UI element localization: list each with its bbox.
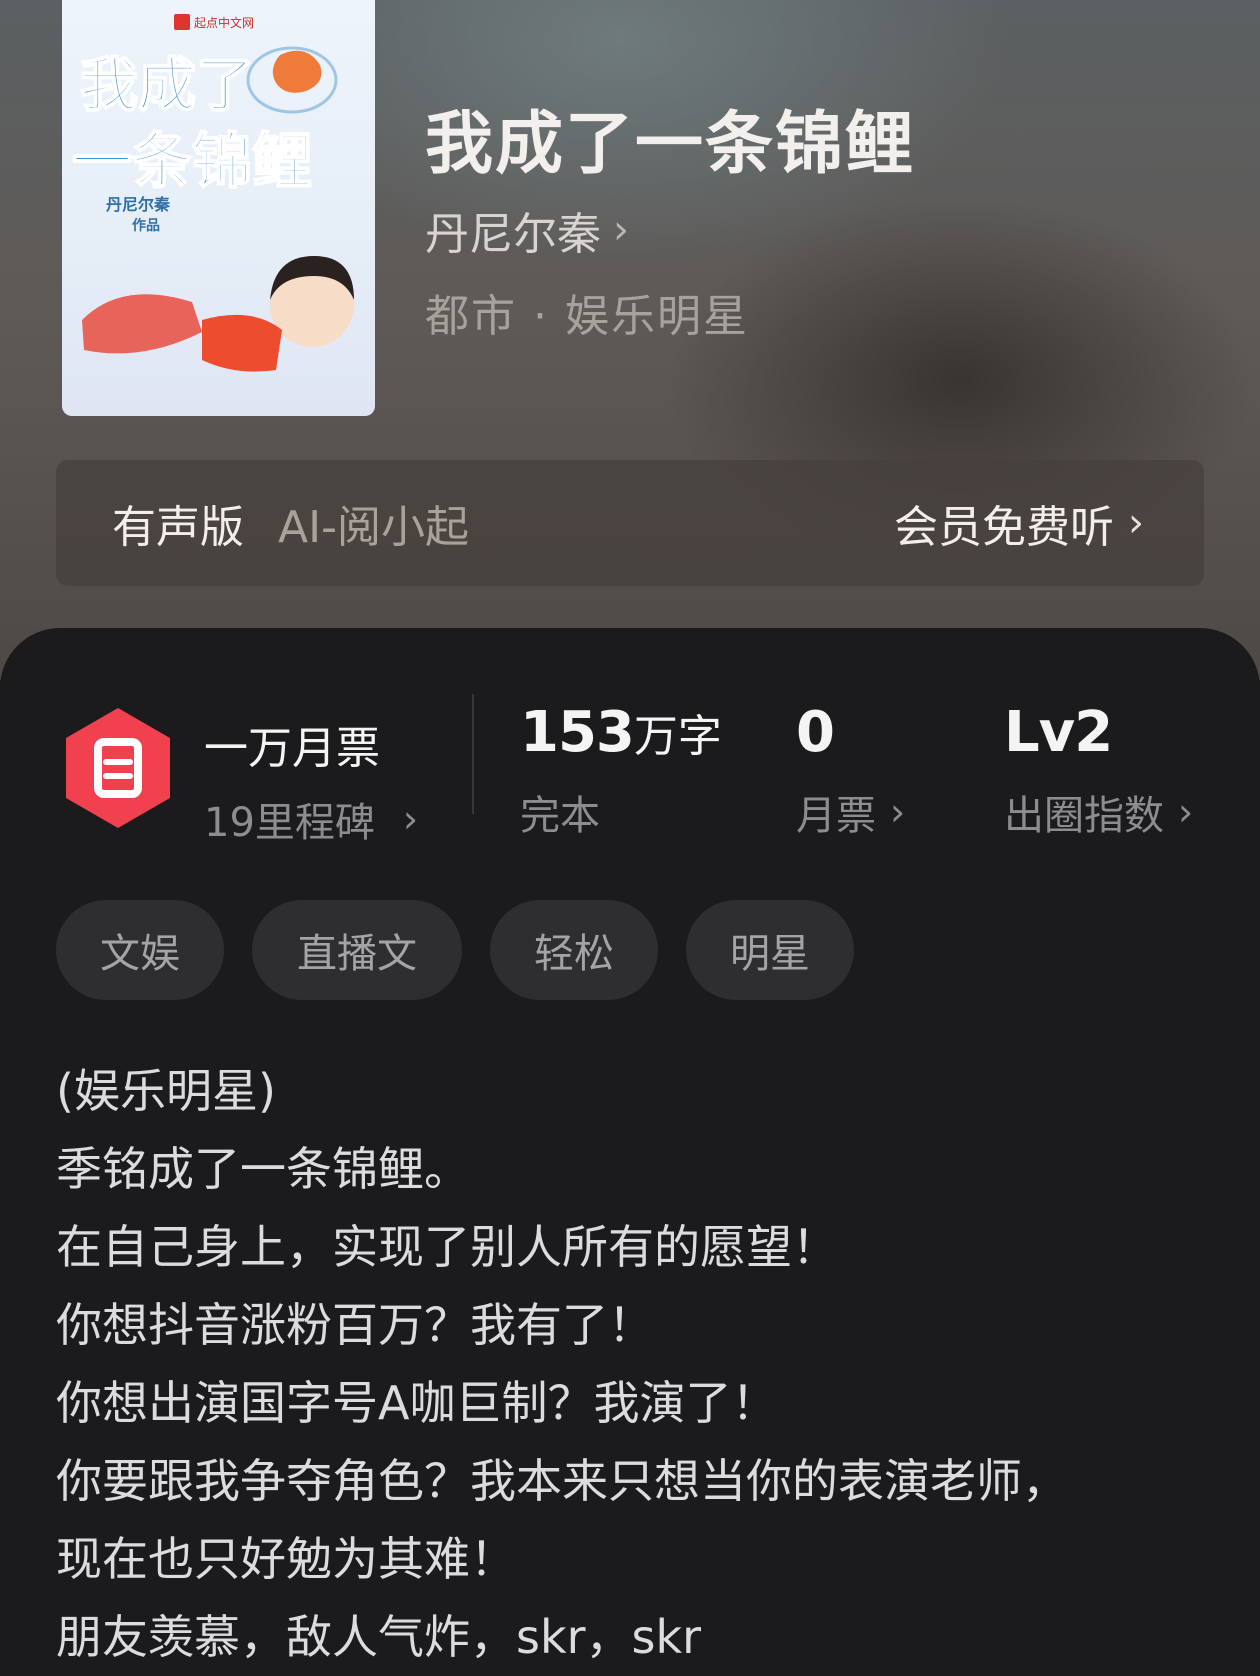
word-count-value: 153 (520, 700, 635, 765)
description-line: 你想抖音涨粉百万？我有了！ (56, 1298, 654, 1352)
chevron-right-icon: › (1128, 500, 1144, 546)
description-line: 你要跟我争夺角色？我本来只想当你的表演老师， (56, 1454, 1068, 1508)
monthly-votes-label: 月票 (796, 793, 876, 839)
word-count-stat: 153万字 完本 (520, 700, 722, 841)
cover-art: 起点中文网 我成了 一条锦鲤 丹尼尔秦 作品 (71, 14, 354, 372)
monthly-votes-stat[interactable]: 0 月票 › (796, 700, 905, 841)
stats-divider (472, 694, 474, 814)
level-value: Lv2 (1004, 700, 1113, 765)
chevron-right-icon: › (890, 790, 906, 834)
cover-title-line1: 我成了 (80, 51, 254, 119)
koi-fish-icon (272, 50, 322, 93)
audio-label: 有声版 (112, 502, 244, 553)
description-line: (娱乐明星) (56, 1064, 276, 1118)
chevron-right-icon: › (613, 207, 629, 253)
ticket-icon[interactable] (62, 706, 174, 830)
popularity-index-stat[interactable]: Lv2 出圈指数 › (1004, 700, 1193, 841)
chevron-right-icon: › (402, 797, 419, 841)
book-cover[interactable]: 起点中文网 我成了 一条锦鲤 丹尼尔秦 作品 (62, 0, 375, 416)
member-free-listen[interactable]: 会员免费听 (894, 491, 1114, 555)
word-count-unit: 万字 (633, 711, 722, 762)
tag-chip[interactable]: 文娱 (56, 900, 224, 1000)
tag-chip[interactable]: 轻松 (490, 900, 658, 1000)
ticket-title: 一万月票 (204, 723, 380, 774)
book-description[interactable]: (娱乐明星) 季铭成了一条锦鲤。 在自己身上，实现了别人所有的愿望！ 你想抖音涨… (56, 1052, 1216, 1676)
audio-narrator: AI-阅小起 (278, 502, 469, 553)
cover-author: 丹尼尔秦 (106, 195, 171, 214)
monthly-votes-value: 0 (796, 700, 835, 765)
description-line: 季铭成了一条锦鲤。 (56, 1142, 470, 1196)
cover-publisher: 起点中文网 (194, 15, 254, 30)
cover-author-suffix: 作品 (132, 217, 160, 234)
character-body (202, 314, 282, 372)
cover-title-line2: 一条锦鲤 (72, 127, 312, 197)
author-name: 丹尼尔秦 (425, 209, 601, 260)
mermaid-tail (82, 294, 202, 354)
ticket-milestones: 19里程碑 (204, 800, 375, 846)
tag-chip[interactable]: 明星 (686, 900, 854, 1000)
popularity-index-label: 出圈指数 (1004, 793, 1164, 839)
author-link[interactable]: 丹尼尔秦 › (425, 198, 629, 262)
description-line: 你想出演国字号A咖巨制？我演了！ (56, 1376, 778, 1430)
tag-chip[interactable]: 直播文 (252, 900, 462, 1000)
description-line: 在自己身上，实现了别人所有的愿望！ (56, 1220, 838, 1274)
description-line: 现在也只好勉为其难！ (56, 1532, 516, 1586)
chevron-right-icon: › (1178, 790, 1194, 834)
book-title: 我成了一条锦鲤 (425, 104, 916, 184)
tag-list: 文娱 直播文 轻松 明星 (56, 900, 854, 1000)
audio-version-bar[interactable]: 有声版 AI-阅小起 会员免费听 › (56, 460, 1204, 586)
milestone-ticket[interactable]: 一万月票 19里程碑 › (204, 712, 418, 848)
completion-status: 完本 (520, 793, 600, 839)
description-line: 朋友羡慕，敌人气炸，skr，skr (56, 1610, 702, 1664)
book-genre: 都市 · 娱乐明星 (425, 291, 749, 342)
publisher-logo-icon (174, 14, 190, 30)
